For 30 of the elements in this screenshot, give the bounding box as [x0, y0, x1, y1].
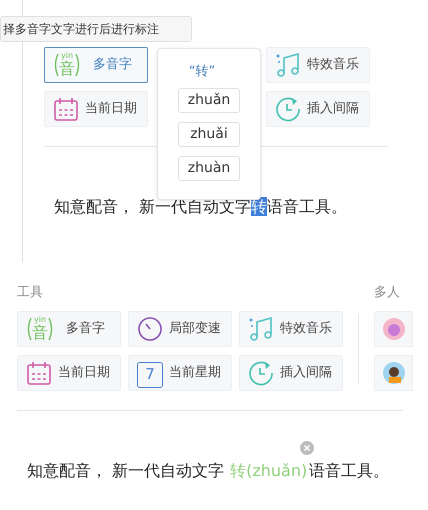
timer-icon [275, 96, 301, 122]
pinyin-option[interactable]: zhuǎi [178, 122, 240, 147]
calendar-icon [53, 96, 79, 122]
calendar-icon: 7 [137, 362, 163, 388]
music-note-icon [275, 51, 301, 79]
tooltip: 择多音字文字进行后进行标注 [0, 16, 192, 42]
timer-icon [248, 360, 274, 386]
section-title: 多人 [374, 284, 401, 302]
avatar-icon [383, 362, 405, 384]
close-icon[interactable] [300, 441, 314, 455]
avatar-button[interactable] [374, 355, 413, 391]
editor-text: 知意配音， 新一代自动文字 转(zhuǎn)语音工具。 [27, 460, 390, 482]
tool-button[interactable]: 当前日期 [44, 91, 148, 127]
tool-button[interactable]: 局部变速 [128, 311, 232, 347]
popup-title: “转” [188, 65, 216, 79]
dial-icon [137, 316, 163, 342]
pinyin-option[interactable]: zhuàn [178, 156, 240, 181]
tool-button[interactable]: 插入间隔 [266, 91, 370, 127]
tool-button[interactable]: 7 当前星期 [128, 355, 232, 391]
calendar-icon [26, 360, 52, 386]
tool-button[interactable]: yin 音 多音字 [44, 47, 148, 83]
pinyin-option[interactable]: zhuǎn [178, 88, 240, 113]
section-title: 工具 [17, 284, 44, 302]
tool-button[interactable]: yin 音 多音字 [17, 311, 121, 347]
tool-button[interactable]: 插入间隔 [239, 355, 343, 391]
tool-button[interactable]: 特效音乐 [266, 47, 370, 83]
tool-button[interactable]: 特效音乐 [239, 311, 343, 347]
tool-button[interactable]: 当前日期 [17, 355, 121, 391]
music-note-icon [248, 315, 274, 343]
avatar-icon [383, 318, 405, 340]
